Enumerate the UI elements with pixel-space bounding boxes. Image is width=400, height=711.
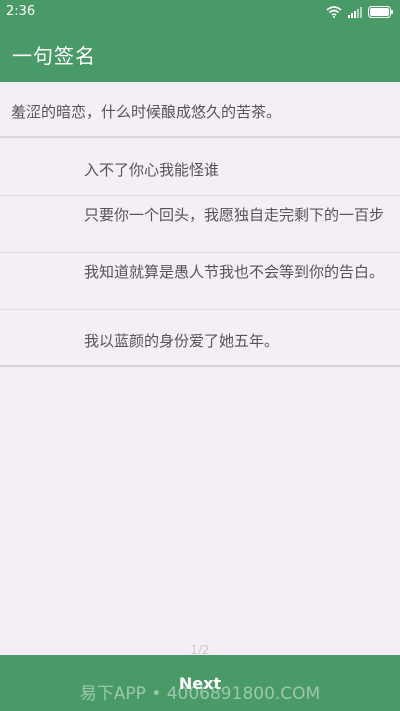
battery-icon [368,6,393,18]
list-item-text: 只要你一个回头，我愿独自走完剩下的一百步 [84,206,385,224]
list-item-text: 我知道就算是愚人节我也不会等到你的告白。 [84,263,385,281]
list-item-text: 入不了你心我能怪谁 [84,161,220,179]
featured-signature[interactable]: 羞涩的暗恋，什么时候酿成悠久的苦茶。 [0,82,400,138]
signal-icon [348,7,362,18]
status-time: 2:36 [6,4,36,19]
list-item[interactable]: 我知道就算是愚人节我也不会等到你的告白。 [0,253,400,310]
featured-signature-text: 羞涩的暗恋，什么时候酿成悠久的苦茶。 [11,103,282,121]
signature-list: 入不了你心我能怪谁 只要你一个回头，我愿独自走完剩下的一百步 我知道就算是愚人节… [0,139,400,367]
list-item[interactable]: 我以蓝颜的身份爱了她五年。 [0,310,400,367]
app-bar: 一句签名 [0,24,400,82]
list-item-text: 我以蓝颜的身份爱了她五年。 [84,332,280,350]
status-icons [326,4,394,20]
list-item[interactable]: 只要你一个回头，我愿独自走完剩下的一百步 [0,196,400,253]
page-indicator: 1/2 [190,643,210,657]
next-button[interactable]: Next [150,670,250,698]
status-bar: 2:36 [0,0,400,24]
page-title: 一句签名 [12,44,96,68]
list-item[interactable]: 入不了你心我能怪谁 [0,139,400,196]
wifi-icon [326,6,342,18]
